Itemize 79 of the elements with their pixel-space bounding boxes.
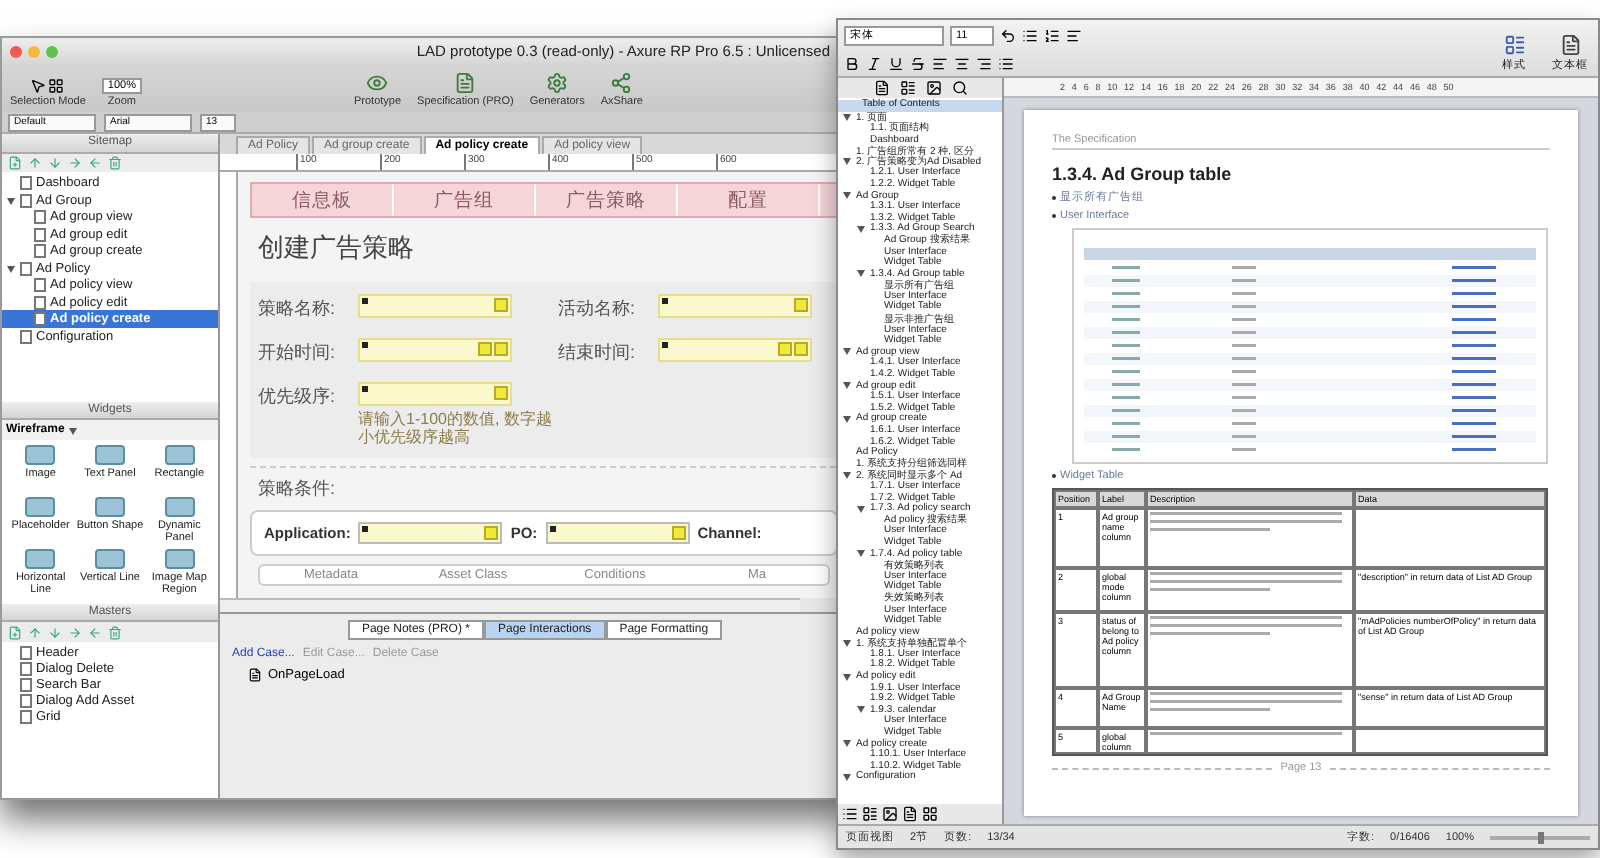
toolbar-icon[interactable] <box>844 55 860 71</box>
nav-item[interactable]: 配置 <box>678 184 820 216</box>
widget-icon <box>24 495 57 518</box>
field-label: 优先级序: <box>258 384 338 410</box>
caret-icon[interactable] <box>842 190 852 201</box>
toolbar-icon[interactable] <box>998 55 1014 71</box>
view-icon[interactable] <box>862 806 878 822</box>
dropdown-field[interactable] <box>545 522 690 544</box>
toolbar-icon[interactable] <box>1022 27 1038 43</box>
toolbar-icon <box>454 72 477 94</box>
page-heading: 创建广告策略 <box>256 230 416 266</box>
caret-icon[interactable] <box>856 503 866 514</box>
caret-icon[interactable] <box>842 380 852 391</box>
toolbar-icon[interactable] <box>1066 27 1082 43</box>
caret-icon[interactable] <box>842 111 852 122</box>
toolbar-icon <box>366 72 389 94</box>
toolbar-icon <box>610 72 633 94</box>
textbox-icon <box>1559 34 1581 56</box>
horizontal-scrollbar[interactable] <box>220 598 800 612</box>
caret-icon[interactable] <box>6 263 16 274</box>
widget-icon <box>93 547 126 570</box>
caret-icon[interactable] <box>842 346 852 357</box>
caret-icon[interactable] <box>856 223 866 234</box>
caret-icon[interactable] <box>842 413 852 424</box>
field-label: 开始时间: <box>258 340 338 366</box>
nav-item[interactable]: 广告组 <box>394 184 536 216</box>
caret-icon <box>68 425 79 436</box>
input-field[interactable] <box>658 294 812 318</box>
toolbar-icon[interactable] <box>888 55 904 71</box>
dropdown-field[interactable] <box>358 522 503 544</box>
widget-icon <box>163 495 196 518</box>
nav-item[interactable]: 广告策略 <box>536 184 678 216</box>
slider-thumb[interactable] <box>1537 831 1543 843</box>
toolbar-icon[interactable] <box>932 55 948 71</box>
grid-icon[interactable] <box>48 78 65 94</box>
pointer-icon[interactable] <box>30 78 47 94</box>
pane-icon[interactable] <box>925 80 941 96</box>
view-icon[interactable] <box>842 806 858 822</box>
hint-text: 请输入1-100的数值, 数字越小优先级序越高 <box>358 410 554 446</box>
caret-icon[interactable] <box>856 268 866 279</box>
view-icon[interactable] <box>902 806 918 822</box>
widget-icon <box>24 443 57 466</box>
pane-icon[interactable] <box>873 80 889 96</box>
nav-item[interactable]: 信息板 <box>252 184 394 216</box>
input-field[interactable] <box>358 382 512 406</box>
caret-icon[interactable] <box>842 671 852 682</box>
toolbar-icon[interactable] <box>1044 27 1060 43</box>
caret-icon[interactable] <box>842 469 852 480</box>
pane-icon[interactable] <box>899 80 915 96</box>
caret-icon[interactable] <box>842 156 852 167</box>
event-icon <box>248 668 262 682</box>
caret-icon[interactable] <box>842 771 852 782</box>
caret-icon[interactable] <box>856 548 866 559</box>
pane-icon[interactable] <box>951 80 967 96</box>
widget-icon <box>24 547 57 570</box>
widget-icon <box>93 443 126 466</box>
caret-icon[interactable] <box>856 704 866 715</box>
view-icon[interactable] <box>922 806 938 822</box>
caret-icon[interactable] <box>842 637 852 648</box>
field-label: 活动名称: <box>558 296 638 322</box>
toolbar-icon[interactable] <box>910 55 926 71</box>
field-label: 策略名称: <box>258 296 338 322</box>
date-field[interactable] <box>358 338 512 362</box>
input-field[interactable] <box>358 294 512 318</box>
field-label: 结束时间: <box>558 340 638 366</box>
toolbar-icon[interactable] <box>866 55 882 71</box>
view-icon[interactable] <box>882 806 898 822</box>
date-field[interactable] <box>658 338 812 362</box>
widget-icon <box>163 547 196 570</box>
widget-icon <box>163 443 196 466</box>
toolbar-icon[interactable] <box>976 55 992 71</box>
toolbar-icon <box>546 72 569 94</box>
toolbar-icon[interactable] <box>1000 27 1016 43</box>
styles-icon <box>1503 34 1525 56</box>
widget-icon <box>93 495 126 518</box>
caret-icon[interactable] <box>6 195 16 206</box>
section-heading: 1.3.4. Ad Group table <box>1052 162 1234 184</box>
caret-icon[interactable] <box>842 738 852 749</box>
toolbar-icon[interactable] <box>954 55 970 71</box>
